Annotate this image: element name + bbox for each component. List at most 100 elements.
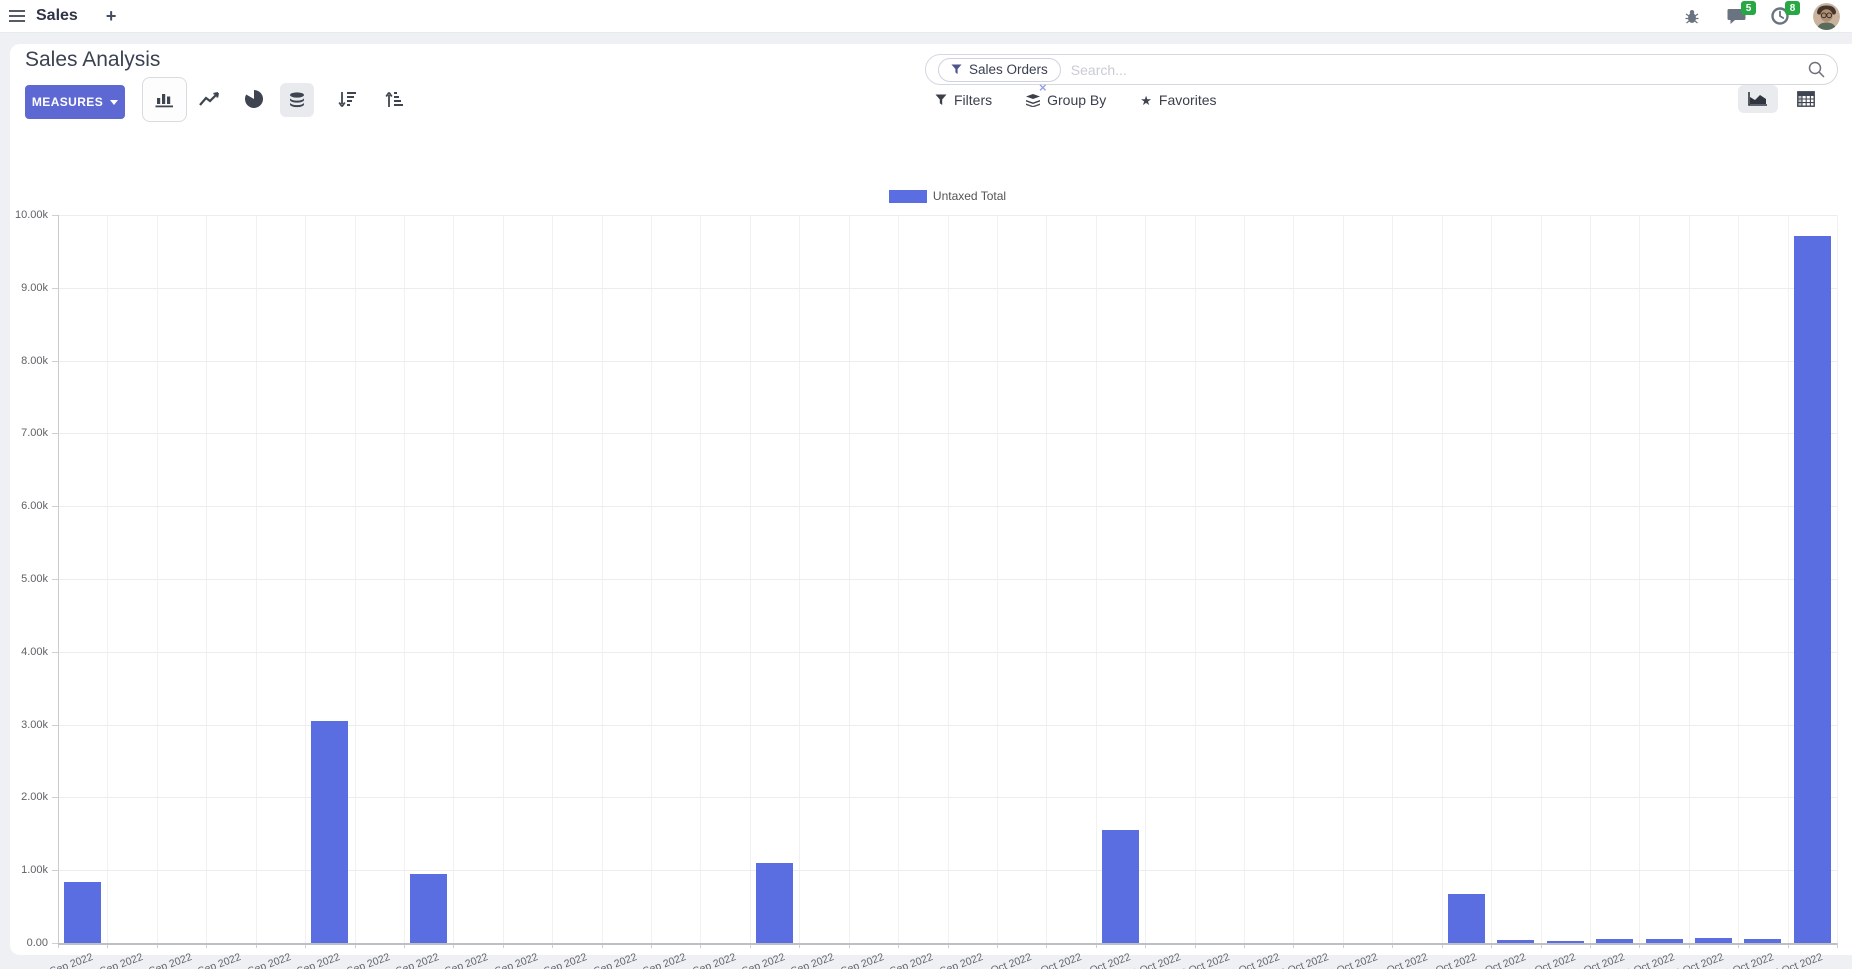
bar-chart-icon [155, 91, 174, 108]
x-tick-label: 16 Oct 2022 [1717, 951, 1775, 969]
bar-chart-view-button[interactable] [142, 77, 187, 122]
search-options-row: Filters Group By ★ Favorites [935, 92, 1217, 108]
y-tick-label: 10.00k [2, 209, 48, 221]
favorites-star-icon: ★ [1140, 94, 1152, 107]
pivot-view-button[interactable] [1786, 85, 1826, 113]
x-tick-label: 11 Oct 2022 [1471, 951, 1528, 969]
y-tick-label: 6.00k [2, 500, 48, 512]
search-icon[interactable] [1808, 61, 1825, 78]
filters-funnel-icon [935, 94, 947, 106]
y-tick-label: 8.00k [2, 355, 48, 367]
filters-label: Filters [954, 92, 992, 108]
user-avatar[interactable] [1813, 3, 1840, 30]
y-tick-label: 4.00k [2, 646, 48, 658]
view-switcher [1738, 85, 1826, 113]
chart-bar[interactable] [1646, 939, 1683, 943]
caret-down-icon [110, 100, 118, 105]
h-gridline [58, 433, 1837, 434]
sort-descending-button[interactable] [334, 88, 360, 110]
search-input[interactable] [1071, 62, 1798, 78]
new-tab-button[interactable]: + [106, 7, 117, 25]
x-tick-label: 06 Oct 2022 [1223, 951, 1281, 969]
sort-amount-desc-icon [338, 91, 357, 108]
h-gridline [58, 579, 1837, 580]
filters-menu-button[interactable]: Filters [935, 92, 992, 108]
debug-bug-icon[interactable] [1681, 5, 1703, 27]
x-tick-mark [1837, 943, 1838, 948]
apps-menu-icon[interactable] [0, 0, 34, 33]
group-by-layers-icon [1026, 94, 1040, 107]
h-gridline [58, 652, 1837, 653]
graph-view-button[interactable] [1738, 85, 1778, 113]
pie-chart-icon [245, 90, 263, 108]
content-panel: Sales Analysis MEASURES [10, 44, 1852, 955]
h-gridline [58, 506, 1837, 507]
line-chart-view-button[interactable] [198, 89, 222, 109]
sort-ascending-button[interactable] [381, 88, 407, 110]
activities-icon[interactable]: 8 [1769, 5, 1791, 27]
page-title: Sales Analysis [25, 48, 160, 72]
chart-bar[interactable] [64, 882, 101, 943]
chart-bar[interactable] [1448, 894, 1485, 943]
x-tick-label: 05 Oct 2022 [1174, 951, 1232, 969]
measures-button[interactable]: MEASURES [25, 85, 125, 119]
avatar-image [1813, 3, 1840, 30]
x-tick-label: 12 Sep 2022 [35, 951, 95, 969]
chart-bar[interactable] [1497, 940, 1534, 943]
chart-bar[interactable] [1744, 939, 1781, 943]
y-tick-mark [52, 943, 58, 944]
bug-icon [1685, 9, 1699, 24]
facet-label: Sales Orders [969, 62, 1048, 77]
legend-swatch [889, 190, 927, 203]
x-tick-label: 02 Oct 2022 [1025, 951, 1083, 969]
measures-label: MEASURES [32, 95, 103, 109]
x-tick-label: 03 Oct 2022 [1075, 951, 1133, 969]
y-tick-label: 5.00k [2, 573, 48, 585]
x-axis-line [58, 943, 1837, 945]
area-chart-icon [1748, 91, 1768, 107]
activities-badge: 8 [1785, 1, 1800, 15]
favorites-menu-button[interactable]: ★ Favorites [1140, 92, 1216, 108]
group-by-label: Group By [1047, 92, 1106, 108]
y-tick-label: 9.00k [2, 282, 48, 294]
legend-item-untaxed-total[interactable]: Untaxed Total [889, 189, 1006, 203]
chart-legend: Untaxed Total [58, 189, 1837, 203]
chart-bar[interactable] [1102, 830, 1139, 943]
chart-bar[interactable] [1547, 941, 1584, 943]
chart-bar[interactable] [311, 721, 348, 943]
x-tick-label: 07 Oct 2022 [1272, 951, 1330, 969]
chart-bar[interactable] [1596, 939, 1633, 943]
messages-icon[interactable]: 5 [1725, 5, 1747, 27]
chart-bar[interactable] [1794, 236, 1831, 943]
line-chart-icon [199, 91, 221, 107]
legend-label: Untaxed Total [933, 189, 1006, 203]
x-tick-label: 12 Oct 2022 [1519, 951, 1577, 969]
y-tick-label: 2.00k [2, 791, 48, 803]
y-tick-label: 7.00k [2, 427, 48, 439]
h-gridline [58, 361, 1837, 362]
messages-badge: 5 [1741, 1, 1756, 15]
chart-bar[interactable] [1695, 938, 1732, 943]
x-tick-label: 17 Oct 2022 [1767, 951, 1825, 969]
y-tick-label: 3.00k [2, 719, 48, 731]
navbar-systray: 5 8 [1681, 3, 1852, 30]
app-name[interactable]: Sales [36, 7, 78, 25]
y-tick-label: 1.00k [2, 864, 48, 876]
chart-bar[interactable] [410, 874, 447, 943]
x-tick-label: 09 Oct 2022 [1371, 951, 1429, 969]
chart-bar[interactable] [756, 863, 793, 943]
bar-chart: Untaxed Total 0.001.00k2.00k3.00k4.00k5.… [10, 139, 1852, 955]
x-tick-label: 15 Oct 2022 [1668, 951, 1726, 969]
stacked-database-icon [289, 92, 305, 109]
stacked-toggle-button[interactable] [280, 83, 314, 117]
sort-amount-asc-icon [385, 91, 404, 108]
favorites-label: Favorites [1159, 92, 1217, 108]
group-by-menu-button[interactable]: Group By [1026, 92, 1106, 108]
pivot-table-icon [1797, 91, 1815, 107]
hamburger-icon [9, 10, 25, 22]
search-facet-sales-orders[interactable]: Sales Orders [938, 58, 1061, 82]
search-bar[interactable]: Sales Orders × [925, 54, 1838, 85]
pie-chart-view-button[interactable] [242, 89, 266, 109]
h-gridline [58, 215, 1837, 216]
y-axis-line [58, 215, 59, 943]
